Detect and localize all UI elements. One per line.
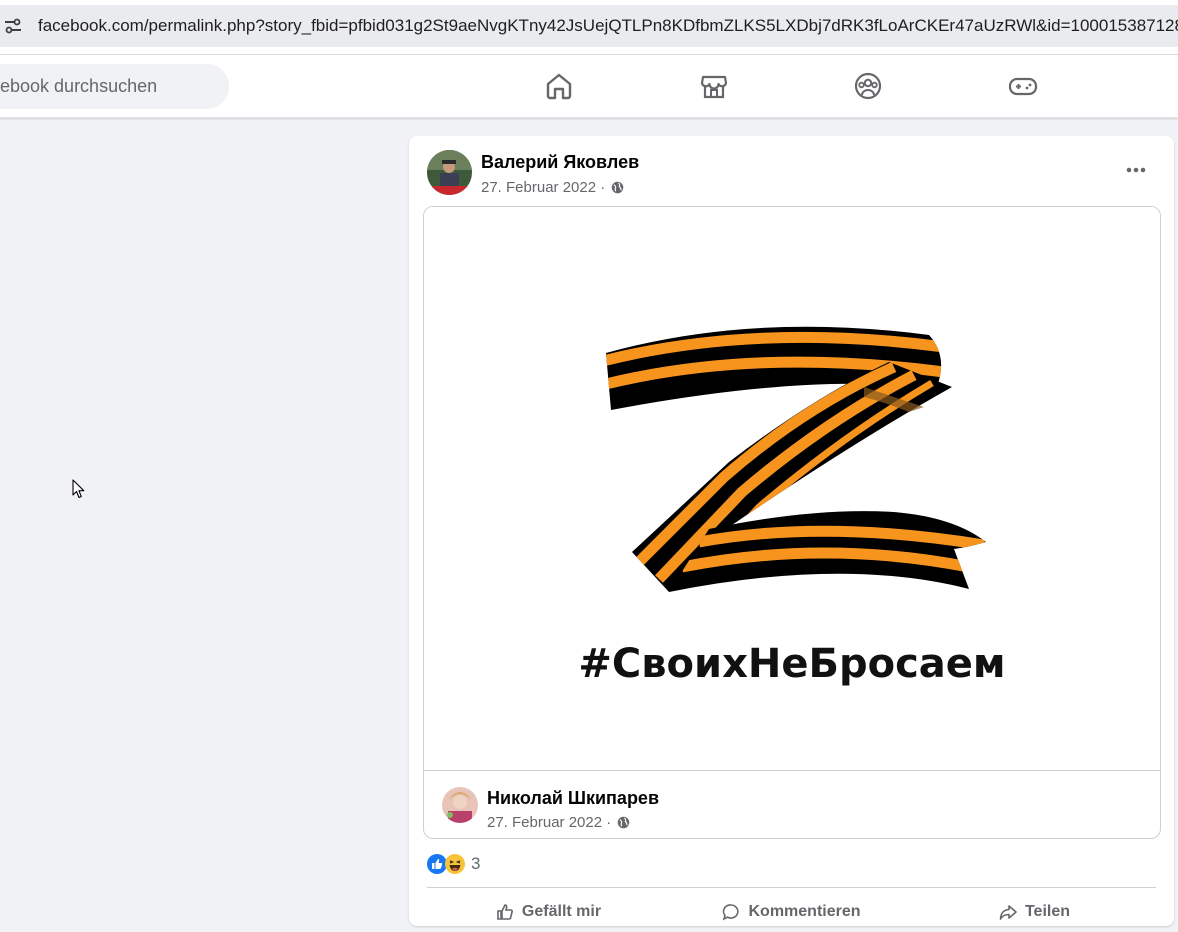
shared-post-image[interactable]: #СвоихНеБросаем — [424, 207, 1160, 770]
mouse-cursor-icon — [72, 479, 85, 499]
author-avatar[interactable] — [427, 150, 472, 195]
post-card: Валерий Яковлев 27. Februar 2022 · #Свои… — [409, 136, 1174, 926]
reactions-summary[interactable]: 3 — [427, 853, 480, 875]
shared-author-avatar[interactable] — [442, 787, 478, 823]
marketplace-icon[interactable] — [699, 71, 729, 101]
post-date[interactable]: 27. Februar 2022 · — [481, 179, 605, 196]
gaming-icon[interactable] — [1008, 71, 1038, 101]
groups-icon[interactable] — [853, 71, 883, 101]
post-actions: Gefällt mir Kommentieren Teilen — [427, 892, 1156, 932]
ribbon-z-image — [606, 326, 986, 592]
post-author-name[interactable]: Валерий Яковлев — [481, 152, 639, 173]
actions-divider — [427, 887, 1156, 888]
shared-post[interactable]: #СвоихНеБросаем Николай Шкипарев 27. Feb… — [423, 206, 1161, 839]
more-dots-icon — [1126, 167, 1146, 173]
shared-post-date[interactable]: 27. Februar 2022 · — [487, 814, 611, 831]
shared-post-footer: Николай Шкипарев 27. Februar 2022 · — [424, 770, 1160, 838]
like-button[interactable]: Gefällt mir — [427, 892, 670, 932]
globe-icon — [618, 816, 630, 829]
like-reaction-icon — [427, 854, 447, 874]
browser-url-bar: facebook.com/permalink.php?story_fbid=pf… — [0, 0, 1178, 55]
more-options-button[interactable] — [1119, 156, 1153, 184]
haha-reaction-icon — [445, 854, 465, 874]
comment-button[interactable]: Kommentieren — [670, 892, 913, 932]
search-input[interactable] — [0, 64, 220, 109]
url-text[interactable]: facebook.com/permalink.php?story_fbid=pf… — [38, 16, 1178, 36]
search-box[interactable] — [0, 64, 229, 109]
facebook-top-nav — [0, 55, 1178, 118]
reaction-count[interactable]: 3 — [471, 854, 480, 874]
share-button[interactable]: Teilen — [913, 892, 1156, 932]
shared-post-meta: 27. Februar 2022 · — [487, 814, 630, 831]
shared-author-name[interactable]: Николай Шкипарев — [487, 788, 659, 809]
globe-icon — [612, 181, 624, 194]
site-settings-icon[interactable] — [4, 18, 22, 34]
address-field[interactable]: facebook.com/permalink.php?story_fbid=pf… — [0, 5, 1178, 47]
home-icon[interactable] — [544, 71, 574, 101]
hashtag-text: #СвоихНеБросаем — [578, 641, 1006, 687]
post-meta: 27. Februar 2022 · — [481, 179, 624, 196]
